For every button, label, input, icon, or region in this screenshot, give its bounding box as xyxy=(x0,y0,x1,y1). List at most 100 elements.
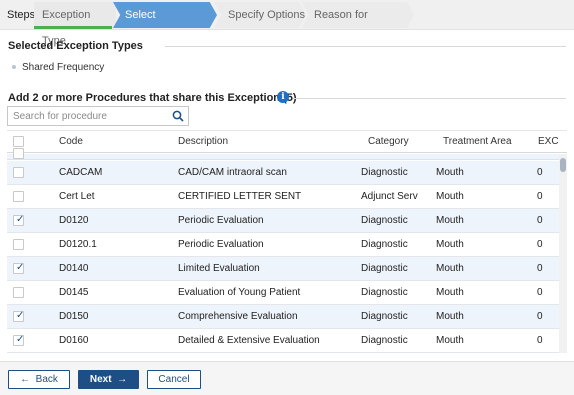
procedures-title: Add 2 or more Procedures that share this… xyxy=(8,92,297,104)
step-select-procedures[interactable]: Select Procedure(s) xyxy=(113,2,217,28)
table-row[interactable]: ✓ D0160 Detailed & Extensive Evaluation Dia… xyxy=(7,329,559,353)
search-input[interactable] xyxy=(8,107,163,125)
scrollbar-thumb[interactable] xyxy=(560,158,566,172)
checkmark-icon: ✓ xyxy=(16,334,25,345)
cell-description: Evaluation of Young Patient xyxy=(178,287,301,298)
cell-exc: 0 xyxy=(537,311,543,322)
cell-treatment-area: Mouth xyxy=(436,263,464,274)
row-checkbox[interactable]: ✓ xyxy=(13,214,25,226)
cell-code: Cert Let xyxy=(59,191,95,202)
divider xyxy=(165,46,566,47)
cell-exc: 0 xyxy=(537,239,543,250)
steps-label: Steps xyxy=(7,9,36,21)
column-header-treatment-area[interactable]: Treatment Area xyxy=(443,136,512,147)
cell-treatment-area: Mouth xyxy=(436,191,464,202)
wizard-steps: Steps Exception Type Select Procedure(s)… xyxy=(0,0,574,47)
cell-treatment-area: Mouth xyxy=(436,215,464,226)
column-header-category[interactable]: Category xyxy=(368,136,409,147)
table-row[interactable]: ✓ D0150 Comprehensive Evaluation Diagnostic… xyxy=(7,305,559,329)
search-icon[interactable] xyxy=(172,110,184,122)
cell-category: Diagnostic xyxy=(361,263,408,274)
table-row[interactable]: Cert Let CERTIFIED LETTER SENT Adjunct Ser… xyxy=(7,185,559,209)
next-button-label: Next xyxy=(89,374,112,385)
table-row xyxy=(7,148,559,160)
back-button-label: Back xyxy=(35,374,58,385)
back-button[interactable]: ← Back xyxy=(8,370,70,389)
column-header-exc[interactable]: EXC xyxy=(538,136,559,147)
cancel-button[interactable]: Cancel xyxy=(147,370,201,389)
cell-category: Diagnostic xyxy=(361,311,408,322)
procedures-table: Code Description Category Treatment Area… xyxy=(7,130,567,353)
cell-exc: 0 xyxy=(537,191,543,202)
cell-description: Comprehensive Evaluation xyxy=(178,311,298,322)
step-label: Reason for Exception xyxy=(314,9,368,47)
row-checkbox[interactable] xyxy=(13,239,24,250)
row-checkbox[interactable]: ✓ xyxy=(13,310,25,322)
table-row[interactable]: D0120.1 Periodic Evaluation Diagnostic Mout… xyxy=(7,233,559,257)
arrow-left-icon: ← xyxy=(20,374,31,385)
cell-category: Diagnostic xyxy=(361,239,408,250)
cell-category: Diagnostic xyxy=(361,215,408,226)
select-all-checkbox[interactable] xyxy=(13,136,24,147)
checkmark-icon: ✓ xyxy=(16,262,25,273)
cell-code: CADCAM xyxy=(59,167,103,178)
info-icon[interactable]: i xyxy=(277,91,289,103)
step-reason-for-exception[interactable]: Reason for Exception xyxy=(302,2,414,28)
cell-exc: 0 xyxy=(537,335,543,346)
cell-description: Periodic Evaluation xyxy=(178,215,264,226)
row-checkbox[interactable] xyxy=(13,148,24,159)
bullet-icon xyxy=(12,65,16,70)
table-body: CADCAM CAD/CAM intraoral scan Diagnostic Mo… xyxy=(7,148,559,353)
cell-description: CAD/CAM intraoral scan xyxy=(178,167,287,178)
cell-treatment-area: Mouth xyxy=(436,287,464,298)
cancel-button-label: Cancel xyxy=(158,374,190,385)
cell-code: D0120 xyxy=(59,215,89,226)
next-button[interactable]: Next → xyxy=(78,370,139,389)
table-header: Code Description Category Treatment Area… xyxy=(7,131,567,153)
cell-code: D0150 xyxy=(59,311,89,322)
cell-category: Adjunct Serv xyxy=(361,191,418,202)
cell-treatment-area: Mouth xyxy=(436,335,464,346)
cell-exc: 0 xyxy=(537,263,543,274)
step-label: Specify Options xyxy=(228,9,306,21)
cell-treatment-area: Mouth xyxy=(436,167,464,178)
cell-category: Diagnostic xyxy=(361,287,408,298)
cell-code: D0160 xyxy=(59,335,89,346)
arrow-right-icon: → xyxy=(117,374,128,385)
row-checkbox[interactable] xyxy=(13,191,24,202)
row-checkbox[interactable] xyxy=(13,167,24,178)
table-row[interactable]: CADCAM CAD/CAM intraoral scan Diagnostic Mo… xyxy=(7,161,559,185)
cell-exc: 0 xyxy=(537,167,543,178)
checkmark-icon: ✓ xyxy=(16,214,25,225)
cell-exc: 0 xyxy=(537,287,543,298)
table-row[interactable]: ✓ D0120 Periodic Evaluation Diagnostic Mouth… xyxy=(7,209,559,233)
selected-types-title: Selected Exception Types xyxy=(8,40,143,52)
column-header-description[interactable]: Description xyxy=(178,136,228,147)
cell-description: Limited Evaluation xyxy=(178,263,260,274)
step-complete-indicator xyxy=(34,26,112,29)
checkmark-icon: ✓ xyxy=(16,310,25,321)
cell-category: Diagnostic xyxy=(361,167,408,178)
procedure-search xyxy=(7,106,189,126)
cell-treatment-area: Mouth xyxy=(436,311,464,322)
cell-exc: 0 xyxy=(537,215,543,226)
cell-treatment-area: Mouth xyxy=(436,239,464,250)
step-specify-options[interactable]: Specify Options xyxy=(214,2,306,28)
cell-description: CERTIFIED LETTER SENT xyxy=(178,191,302,202)
divider xyxy=(293,98,566,99)
cell-code: D0120.1 xyxy=(59,239,97,250)
cell-description: Periodic Evaluation xyxy=(178,239,264,250)
cell-code: D0145 xyxy=(59,287,89,298)
table-scrollbar[interactable] xyxy=(559,154,567,353)
column-header-code[interactable]: Code xyxy=(59,136,83,147)
cell-code: D0140 xyxy=(59,263,89,274)
table-row[interactable]: D0145 Evaluation of Young Patient Diagnost… xyxy=(7,281,559,305)
row-checkbox[interactable]: ✓ xyxy=(13,262,25,274)
row-checkbox[interactable] xyxy=(13,287,24,298)
step-exception-type[interactable]: Exception Type xyxy=(34,2,116,47)
cell-description: Detailed & Extensive Evaluation xyxy=(178,335,320,346)
selected-type-label: Shared Frequency xyxy=(22,62,105,73)
row-checkbox[interactable]: ✓ xyxy=(13,334,25,346)
selected-type-item: Shared Frequency xyxy=(12,62,104,73)
table-row[interactable]: ✓ D0140 Limited Evaluation Diagnostic Mouth 0 xyxy=(7,257,559,281)
